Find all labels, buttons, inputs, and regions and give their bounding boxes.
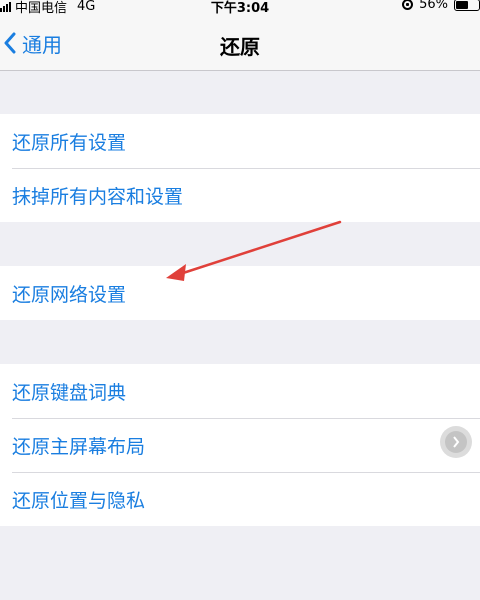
cell-label: 抹掉所有内容和设置	[12, 185, 184, 208]
battery-fill	[456, 0, 468, 9]
reset-group-3: 还原键盘词典 还原主屏幕布局 还原位置与隐私	[0, 364, 480, 526]
cell-label: 还原位置与隐私	[12, 489, 146, 512]
orientation-lock-icon	[402, 0, 414, 10]
reset-location-privacy-cell[interactable]: 还原位置与隐私	[0, 472, 480, 526]
battery-icon	[454, 0, 480, 11]
status-right: 56%	[402, 0, 480, 12]
assistive-touch-button[interactable]	[440, 426, 472, 458]
cell-label: 还原网络设置	[12, 283, 127, 306]
reset-group-2: 还原网络设置	[0, 266, 480, 320]
reset-network-settings-cell[interactable]: 还原网络设置	[0, 266, 480, 320]
page-title: 还原	[220, 35, 260, 59]
cell-label: 还原主屏幕布局	[12, 435, 146, 458]
assistive-touch-icon	[445, 431, 467, 453]
reset-settings-screen: 中国电信 4G 下午3:04 56% 通用 还原 还原所有设置 抹掉所有内容和设…	[0, 0, 480, 600]
erase-all-content-cell[interactable]: 抹掉所有内容和设置	[0, 168, 480, 222]
navigation-bar: 通用 还原	[0, 14, 480, 71]
cell-label: 还原键盘词典	[12, 381, 127, 404]
reset-all-settings-cell[interactable]: 还原所有设置	[0, 114, 480, 168]
reset-group-1: 还原所有设置 抹掉所有内容和设置	[0, 114, 480, 222]
battery-percent: 56%	[419, 0, 448, 12]
cell-label: 还原所有设置	[12, 131, 127, 154]
reset-home-screen-layout-cell[interactable]: 还原主屏幕布局	[0, 418, 480, 472]
status-bar: 中国电信 4G 下午3:04 56%	[0, 0, 480, 16]
reset-keyboard-dictionary-cell[interactable]: 还原键盘词典	[0, 364, 480, 418]
